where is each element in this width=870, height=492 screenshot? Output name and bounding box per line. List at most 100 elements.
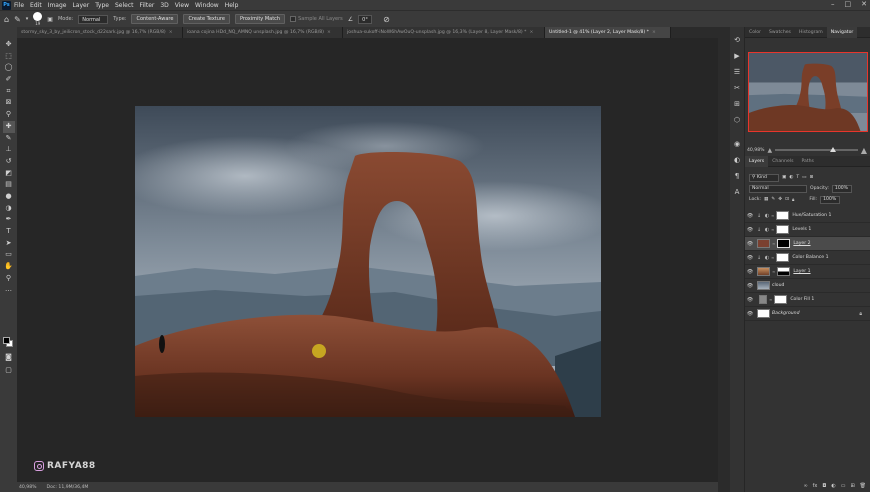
- zoom-out-icon[interactable]: ▲: [768, 147, 773, 154]
- eye-icon[interactable]: 👁︎: [745, 255, 755, 261]
- link-icon[interactable]: ∞: [772, 241, 775, 246]
- filter-kind-select[interactable]: ⚲ Kind: [749, 173, 779, 182]
- crop-tool-icon[interactable]: ⌗: [3, 86, 15, 98]
- fill-field[interactable]: 100%: [820, 195, 841, 204]
- layer-row-color-balance[interactable]: 👁︎ ↓ ◐ ∞ Color Balance 1: [745, 251, 870, 265]
- lock-artboard-icon[interactable]: ⊡: [785, 197, 789, 202]
- lasso-tool-icon[interactable]: ◯: [3, 62, 15, 74]
- menu-edit[interactable]: Edit: [30, 2, 42, 9]
- layer-row-layer-1[interactable]: 👁︎ ∞ Layer 1: [745, 265, 870, 279]
- eye-icon[interactable]: 👁︎: [745, 269, 755, 275]
- healing-brush-tool-icon[interactable]: ✚: [2, 120, 15, 133]
- home-icon[interactable]: ⌂: [4, 15, 9, 24]
- menu-file[interactable]: File: [14, 2, 24, 9]
- zoom-in-icon[interactable]: ▲: [861, 146, 867, 155]
- menu-select[interactable]: Select: [115, 2, 134, 9]
- lock-position-icon[interactable]: ✥: [778, 197, 782, 202]
- foreground-color-swatch[interactable]: [3, 337, 10, 344]
- eye-icon[interactable]: 👁︎: [745, 283, 755, 289]
- eyedropper-tool-icon[interactable]: ⚲: [3, 109, 15, 121]
- new-adjustment-icon[interactable]: ◐: [831, 483, 835, 489]
- navigator-zoom-slider[interactable]: [775, 147, 858, 152]
- angle-field[interactable]: 0°: [358, 14, 373, 24]
- zoom-slider-handle[interactable]: [830, 147, 837, 152]
- layer-row-hue-saturation[interactable]: 👁︎ ↓ ◐ ∞ Hue/Saturation 1: [745, 209, 870, 223]
- mode-select[interactable]: Normal: [78, 14, 109, 24]
- shape-tool-icon[interactable]: ▭: [3, 249, 15, 261]
- eye-icon[interactable]: 👁︎: [745, 241, 755, 247]
- move-tool-icon[interactable]: ✥: [3, 39, 15, 51]
- layer-mask-thumb[interactable]: [776, 211, 790, 220]
- blend-mode-select[interactable]: Normal: [749, 184, 807, 193]
- link-icon[interactable]: ∞: [771, 213, 774, 218]
- layer-mask-thumb[interactable]: [777, 239, 791, 248]
- eye-icon[interactable]: 👁︎: [745, 297, 755, 303]
- link-icon[interactable]: ∞: [771, 227, 774, 232]
- dodge-tool-icon[interactable]: ◑: [3, 203, 15, 215]
- tab-layers[interactable]: Layers: [745, 155, 769, 167]
- layer-thumb[interactable]: [759, 295, 767, 304]
- link-icon[interactable]: ∞: [771, 255, 774, 260]
- fx-icon[interactable]: fx: [813, 483, 818, 489]
- close-icon[interactable]: ×: [529, 30, 533, 35]
- close-icon[interactable]: ✕: [861, 0, 867, 8]
- proximity-match-button[interactable]: Proximity Match: [234, 14, 286, 24]
- frame-tool-icon[interactable]: ⊠: [3, 97, 15, 109]
- content-aware-button[interactable]: Content-Aware: [131, 14, 179, 24]
- tab-swatches[interactable]: Swatches: [765, 27, 795, 38]
- history-brush-tool-icon[interactable]: ↺: [3, 156, 15, 168]
- menu-window[interactable]: Window: [195, 2, 219, 9]
- close-icon[interactable]: ×: [327, 30, 331, 35]
- eye-icon[interactable]: 👁︎: [745, 311, 755, 317]
- patch-tool-icon[interactable]: ✎: [14, 15, 21, 24]
- gradient-tool-icon[interactable]: ▤: [3, 179, 15, 191]
- pen-tool-icon[interactable]: ✒: [3, 214, 15, 226]
- layer-row-levels[interactable]: 👁︎ ↓ ◐ ∞ Levels 1: [745, 223, 870, 237]
- menu-image[interactable]: Image: [48, 2, 67, 9]
- tab-histogram[interactable]: Histogram: [795, 27, 827, 38]
- eye-icon[interactable]: 👁︎: [745, 213, 755, 219]
- eye-icon[interactable]: 👁︎: [745, 227, 755, 233]
- zoom-tool-icon[interactable]: ⚲: [3, 273, 15, 285]
- filter-adjust-icon[interactable]: ◐: [789, 175, 793, 180]
- lock-all-icon[interactable]: 🔒︎: [792, 197, 794, 203]
- menu-help[interactable]: Help: [225, 2, 239, 9]
- layer-mask-thumb[interactable]: [776, 225, 790, 234]
- link-layers-icon[interactable]: ∞: [803, 483, 807, 489]
- filter-shape-icon[interactable]: ▭: [802, 175, 806, 180]
- sample-all-layers-checkbox[interactable]: Sample All Layers: [290, 16, 343, 22]
- adjustments-icon[interactable]: ◐: [732, 155, 742, 165]
- photoshop-logo-icon[interactable]: Ps: [2, 0, 11, 10]
- paragraph-icon[interactable]: ¶: [732, 171, 742, 181]
- actions-icon[interactable]: ▶: [732, 51, 742, 61]
- quick-mask-icon[interactable]: ◙: [3, 352, 15, 364]
- properties-icon[interactable]: ☰: [732, 67, 742, 77]
- quick-select-tool-icon[interactable]: ✐: [3, 74, 15, 86]
- tab-joshua-sukoff[interactable]: joshua-sukoff-iNoW6hAwOuQ-unsplash.jpg @…: [343, 27, 545, 38]
- link-icon[interactable]: ∞: [769, 297, 772, 302]
- layer-row-color-fill[interactable]: 👁︎ ∞ Color Fill 1: [745, 293, 870, 307]
- libraries-icon[interactable]: ⊞: [732, 99, 742, 109]
- layer-mask-thumb[interactable]: [774, 295, 788, 304]
- menu-filter[interactable]: Filter: [140, 2, 155, 9]
- history-icon[interactable]: ⟲: [732, 35, 742, 45]
- character-icon[interactable]: A: [732, 187, 742, 197]
- brush-tool-icon[interactable]: ✎: [3, 133, 15, 145]
- tab-paths[interactable]: Paths: [797, 156, 818, 167]
- tool-presets-icon[interactable]: ✂: [732, 83, 742, 93]
- new-layer-icon[interactable]: ⊞: [850, 483, 854, 489]
- layer-mask-thumb[interactable]: [777, 267, 791, 276]
- marquee-tool-icon[interactable]: ⬚: [3, 51, 15, 63]
- layer-row-cloud[interactable]: 👁︎ cloud: [745, 279, 870, 293]
- document-canvas[interactable]: [135, 106, 601, 417]
- tab-stormy-sky[interactable]: stormy_sky_3_by_jeilicron_stock_d22sark.…: [17, 27, 183, 38]
- color-icon[interactable]: ◉: [732, 139, 742, 149]
- screen-mode-icon[interactable]: ▢: [3, 365, 15, 377]
- lock-transparent-icon[interactable]: ▦: [764, 197, 768, 202]
- layer-thumb[interactable]: [757, 267, 770, 276]
- tab-untitled-1[interactable]: Untitled-1 @ 41% (Layer 2, Layer Mask/8)…: [545, 27, 671, 38]
- chevron-down-icon[interactable]: ▾: [26, 16, 29, 22]
- filter-type-icon[interactable]: T: [796, 175, 799, 180]
- opacity-field[interactable]: 100%: [831, 184, 852, 193]
- filter-pixel-icon[interactable]: ▣: [782, 175, 786, 180]
